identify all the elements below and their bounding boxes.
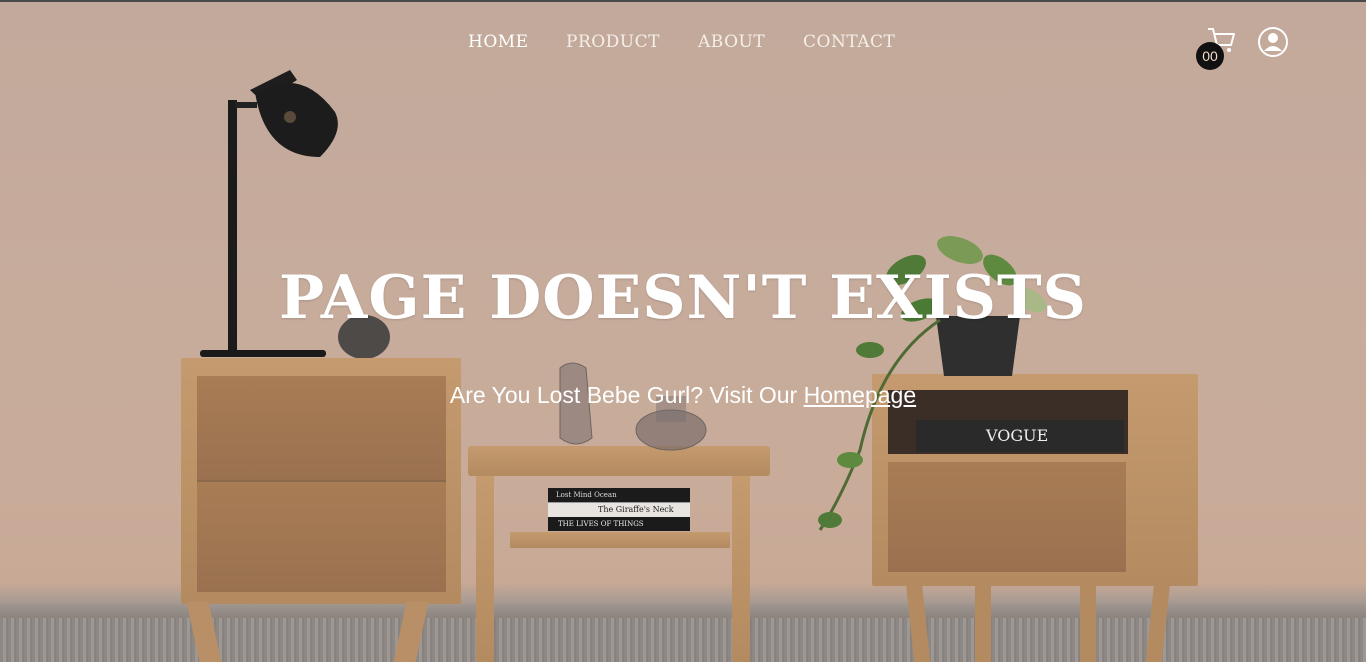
nav-link-product[interactable]: PRODUCT: [566, 31, 660, 53]
nav-link-home[interactable]: HOME: [468, 31, 529, 53]
account-button[interactable]: [1257, 26, 1289, 58]
subtitle-text: Are You Lost Bebe Gurl? Visit Our: [449, 382, 804, 408]
side-table-leg: [476, 476, 494, 662]
main-navigation: HOME PRODUCT ABOUT CONTACT: [0, 31, 1366, 57]
book-stack: Lost Mind Ocean The Giraffe's Neck THE L…: [548, 488, 690, 538]
side-table-leg: [732, 476, 750, 662]
left-nightstand-drawer-bottom: [197, 480, 446, 592]
nav-link-contact[interactable]: CONTACT: [803, 31, 895, 53]
cart-button[interactable]: 00: [1196, 26, 1240, 70]
nav-link-about[interactable]: ABOUT: [698, 31, 765, 53]
right-nightstand-leg: [1080, 582, 1096, 662]
homepage-link[interactable]: Homepage: [804, 382, 917, 408]
page-subtitle: Are You Lost Bebe Gurl? Visit Our Homepa…: [0, 380, 1366, 410]
book-title: Lost Mind Ocean: [548, 488, 690, 502]
right-nightstand-leg: [975, 582, 991, 662]
page-title: PAGE DOESN'T EXISTS: [279, 263, 1087, 333]
book-title: The Giraffe's Neck: [548, 502, 690, 517]
user-circle-icon: [1258, 27, 1288, 57]
cart-count-badge: 00: [1196, 42, 1224, 70]
book-title: THE LIVES OF THINGS: [548, 517, 690, 531]
